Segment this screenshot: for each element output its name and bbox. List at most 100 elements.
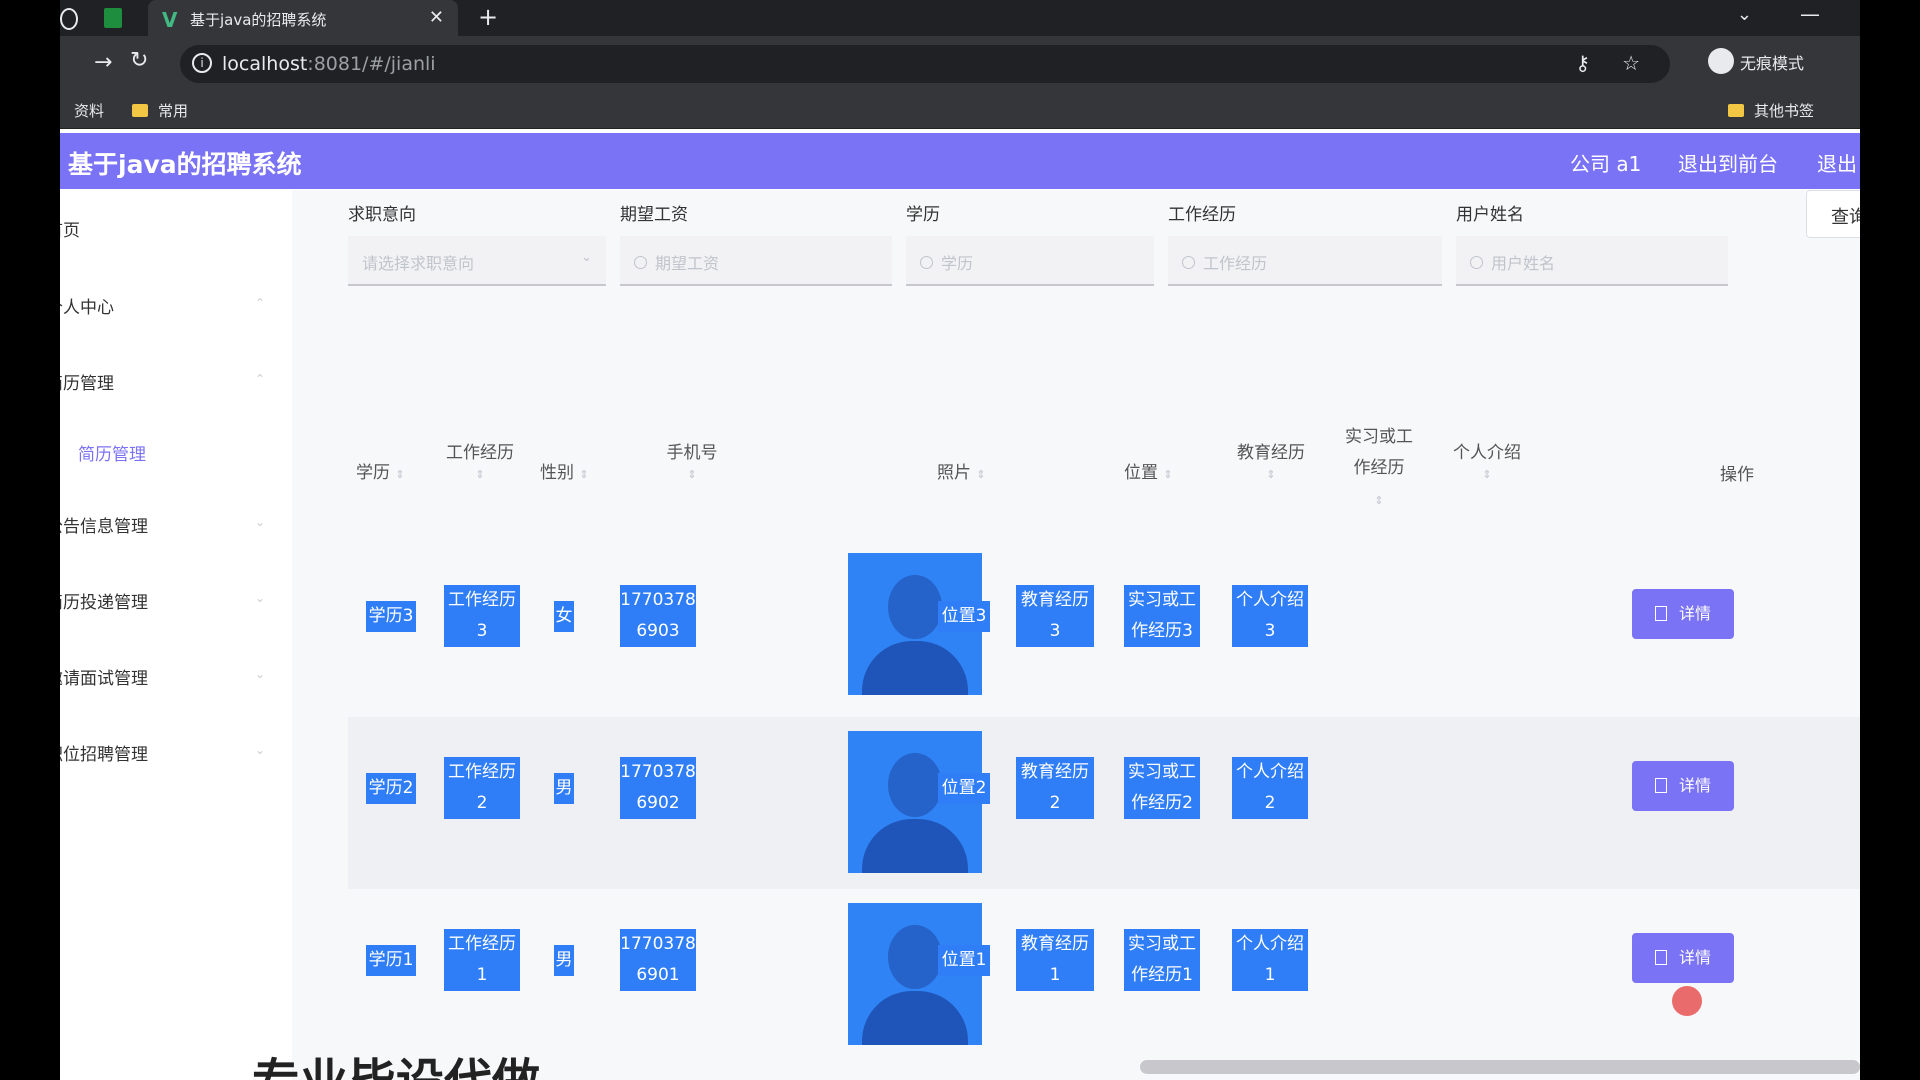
search-icon: [1182, 256, 1195, 269]
cell-gender: 男: [554, 773, 574, 804]
close-tab-icon[interactable]: ✕: [429, 7, 444, 28]
sidebar-item-personal-center[interactable]: 个人中心: [60, 293, 114, 318]
reload-icon[interactable]: ↻: [130, 48, 148, 73]
sidebar-item-announcement-management[interactable]: 公告信息管理: [60, 512, 148, 537]
intention-select[interactable]: 请选择求职意向 ⌄: [348, 236, 606, 286]
salary-input[interactable]: 期望工资: [620, 236, 892, 286]
header-location[interactable]: 位置 ⇕: [1124, 458, 1173, 483]
sort-icon[interactable]: ⇕: [1266, 468, 1275, 481]
bookmark-changyong[interactable]: 常用: [132, 100, 188, 121]
address-bar-row: → ↻ i localhost:8081/#/jianli ⚷ ☆ 无痕模式: [60, 36, 1860, 92]
cell-intern-a: 实习或工: [1128, 762, 1196, 782]
info-icon[interactable]: i: [192, 53, 212, 73]
sidebar: 首页 个人中心 ⌃ 简历管理 ⌃ 简历管理 公告信息管理 ⌄ 简历投递管理 ⌄ …: [60, 190, 293, 1080]
sidebar-subitem-resume-management[interactable]: 简历管理: [78, 440, 146, 465]
logout-link[interactable]: 退出: [1817, 148, 1857, 177]
folder-icon: [1728, 104, 1744, 117]
new-tab-icon[interactable]: +: [478, 3, 498, 31]
sort-icon[interactable]: ⇕: [1374, 494, 1383, 507]
cell-phone-a: 1770378: [620, 934, 696, 954]
header-phone[interactable]: 手机号 ⇕: [647, 438, 737, 483]
cell-intro-b: 1: [1264, 965, 1276, 985]
filter-label-salary: 期望工资: [620, 205, 688, 225]
sort-icon[interactable]: ⇕: [475, 468, 484, 481]
minimize-icon[interactable]: —: [1800, 2, 1820, 26]
cell-work-a: 工作经历: [448, 590, 516, 610]
document-icon: [1654, 606, 1667, 621]
header-work[interactable]: 工作经历 ⇕: [430, 438, 530, 483]
bookmark-ziliao[interactable]: 资料: [74, 100, 104, 121]
tab-list-chevron-icon[interactable]: ⌄: [1737, 4, 1752, 25]
sidebar-item-interview-invitation-management[interactable]: 邀请面试管理: [60, 664, 148, 689]
header-intro[interactable]: 个人介绍 ⇕: [1442, 438, 1532, 483]
sort-icon[interactable]: ⇕: [976, 468, 985, 481]
header-photo-label: 照片: [937, 463, 971, 483]
header-edu[interactable]: 学历 ⇕: [356, 458, 405, 483]
chevron-down-icon: ⌄: [255, 743, 266, 757]
header-edu-label: 学历: [356, 463, 390, 483]
sidebar-item-resume-delivery-management[interactable]: 简历投递管理: [60, 588, 148, 613]
sidebar-item-home[interactable]: 首页: [60, 216, 80, 241]
main-content: 求职意向 期望工资 学历 工作经历 用户姓名 请选择求职意向 ⌄ 期望工资 学历…: [252, 190, 1860, 1080]
sort-icon[interactable]: ⇕: [687, 468, 696, 481]
sort-icon[interactable]: ⇕: [1482, 468, 1491, 481]
sheets-tab-icon[interactable]: [104, 8, 122, 28]
detail-button[interactable]: 详情: [1632, 933, 1734, 983]
query-label: 查询: [1831, 207, 1860, 228]
cell-edu-exp-a: 教育经历: [1021, 934, 1089, 954]
detail-button[interactable]: 详情: [1632, 761, 1734, 811]
photo-head: [888, 753, 942, 817]
star-icon[interactable]: ☆: [1622, 51, 1640, 75]
cell-edu: 学历3: [366, 601, 416, 632]
sort-icon[interactable]: ⇕: [579, 468, 588, 481]
intention-placeholder: 请选择求职意向: [362, 254, 475, 273]
header-photo[interactable]: 照片 ⇕: [937, 458, 986, 483]
cell-intro: 个人介绍 1: [1232, 929, 1308, 991]
table-row: 学历2 工作经历 2 男 1770378 6902 位置2 教育经历 2 实习或工 作经…: [348, 717, 1860, 889]
work-placeholder: 工作经历: [1203, 254, 1268, 273]
sort-icon[interactable]: ⇕: [395, 468, 404, 481]
document-icon: [1654, 950, 1667, 965]
cell-location: 位置3: [938, 601, 990, 632]
exit-to-front-link[interactable]: 退出到前台: [1678, 148, 1778, 177]
forward-icon[interactable]: →: [94, 50, 112, 75]
header-gender[interactable]: 性别 ⇕: [540, 458, 589, 483]
active-tab[interactable]: V 基于java的招聘系统 ✕: [148, 0, 458, 36]
chevron-down-icon: ⌄: [255, 591, 266, 605]
app-title: 基于java的招聘系统: [68, 150, 302, 179]
header-intern[interactable]: 实习或工 作经历 ⇕: [1334, 422, 1424, 516]
horizontal-scrollbar[interactable]: [1140, 1060, 1860, 1074]
cell-work-b: 3: [476, 621, 488, 641]
detail-label: 详情: [1678, 604, 1711, 623]
education-input[interactable]: 学历: [906, 236, 1154, 286]
header-location-label: 位置: [1124, 463, 1158, 483]
cell-phone-b: 6903: [636, 621, 680, 641]
cell-intro: 个人介绍 3: [1232, 585, 1308, 647]
query-button[interactable]: 查询: [1806, 190, 1860, 238]
cell-edu: 学历2: [366, 773, 416, 804]
sidebar-item-resume-management[interactable]: 简历管理: [60, 369, 114, 394]
incognito-label[interactable]: 无痕模式: [1740, 50, 1804, 74]
username-input[interactable]: 用户姓名: [1456, 236, 1728, 286]
other-bookmarks[interactable]: 其他书签: [1728, 100, 1814, 121]
app-header: 基于java的招聘系统 公司 a1 退出到前台 退出: [60, 133, 1860, 189]
sort-icon[interactable]: ⇕: [1163, 468, 1172, 481]
key-icon[interactable]: ⚷: [1575, 51, 1590, 75]
cell-intern: 实习或工 作经历2: [1124, 757, 1200, 819]
header-edu-exp[interactable]: 教育经历 ⇕: [1226, 438, 1316, 483]
work-input[interactable]: 工作经历: [1168, 236, 1442, 286]
other-bookmarks-label: 其他书签: [1754, 102, 1815, 120]
cell-location: 位置1: [938, 945, 990, 976]
cell-edu: 学历1: [366, 945, 416, 976]
sidebar-item-job-recruitment-management[interactable]: 职位招聘管理: [60, 740, 148, 765]
detail-button[interactable]: 详情: [1632, 589, 1734, 639]
photo-head: [888, 925, 942, 989]
cell-work-a: 工作经历: [448, 762, 516, 782]
cell-phone: 1770378 6903: [620, 585, 696, 647]
window-icon: [60, 8, 78, 30]
photo-head: [888, 575, 942, 639]
cell-phone-b: 6901: [636, 965, 680, 985]
url-box[interactable]: i localhost:8081/#/jianli ⚷ ☆: [180, 45, 1670, 83]
filter-label-intention: 求职意向: [348, 205, 416, 225]
url-text[interactable]: localhost:8081/#/jianli: [222, 53, 436, 75]
